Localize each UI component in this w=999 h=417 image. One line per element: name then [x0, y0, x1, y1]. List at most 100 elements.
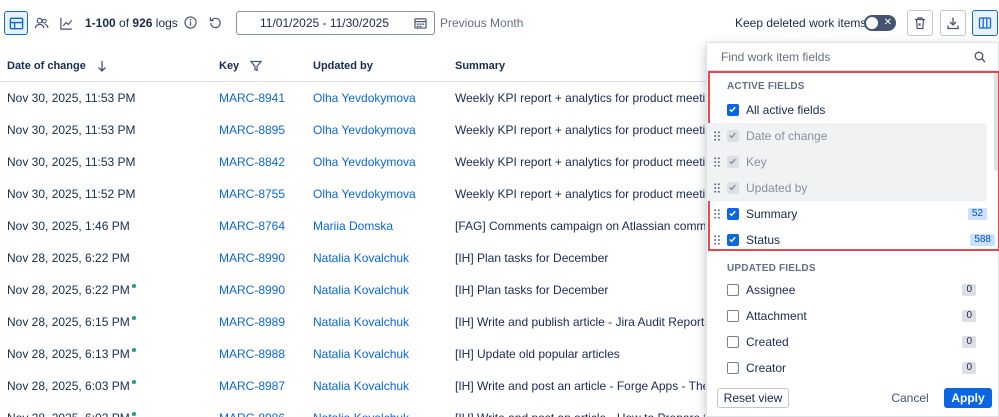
row-key-link[interactable]: MARC-8989: [219, 315, 285, 329]
date-range-input[interactable]: 11/01/2025 - 11/30/2025: [236, 11, 435, 35]
row-date: Nov 28, 2025, 6:22 PM: [7, 283, 136, 297]
row-date: Nov 30, 2025, 1:46 PM: [7, 219, 130, 233]
row-user-link[interactable]: Natalia Kovalchuk: [313, 251, 409, 265]
updated-field-option[interactable]: Creator 0: [707, 355, 998, 381]
apply-button[interactable]: Apply: [944, 388, 992, 408]
table-view-button[interactable]: [4, 11, 28, 35]
row-summary: Weekly KPI report + analytics for produc…: [455, 187, 705, 201]
drag-handle-icon[interactable]: [714, 209, 720, 219]
row-date-text: Nov 28, 2025, 6:22 PM: [7, 251, 130, 265]
row-user-link[interactable]: Olha Yevdokymova: [313, 155, 416, 169]
field-count-badge: 0: [962, 310, 976, 322]
reset-view-button[interactable]: Reset view: [717, 388, 789, 408]
row-user-link[interactable]: Olha Yevdokymova: [313, 187, 416, 201]
columns-button[interactable]: [972, 10, 998, 36]
active-field-option[interactable]: Date of change: [707, 123, 987, 149]
active-field-option[interactable]: Status 588: [707, 227, 998, 253]
row-user-link[interactable]: Mariia Domska: [313, 219, 393, 233]
row-summary: [IH] Write and post an article - How to …: [455, 411, 705, 417]
row-key-link[interactable]: MARC-8987: [219, 379, 285, 393]
updated-field-option[interactable]: Created 0: [707, 329, 998, 355]
all-active-label: All active fields: [746, 103, 826, 117]
field-label: Status: [746, 233, 781, 247]
field-checkbox[interactable]: [727, 130, 739, 142]
columns-icon: [978, 17, 992, 29]
all-active-checkbox[interactable]: [727, 104, 739, 116]
row-key-link[interactable]: MARC-8842: [219, 155, 285, 169]
cancel-button[interactable]: Cancel: [890, 388, 930, 408]
keep-deleted-toggle[interactable]: ✕: [864, 15, 896, 31]
row-key-link[interactable]: MARC-8895: [219, 123, 285, 137]
field-checkbox[interactable]: [727, 310, 739, 322]
row-date-text: Nov 28, 2025, 6:13 PM: [7, 347, 130, 361]
download-button[interactable]: [940, 10, 966, 36]
field-checkbox[interactable]: [727, 208, 739, 220]
column-header-date[interactable]: Date of change: [7, 60, 107, 73]
field-label: Created: [746, 335, 789, 349]
status-dot-icon: [131, 412, 136, 416]
users-view-button[interactable]: [29, 11, 53, 35]
chart-view-button[interactable]: [54, 11, 78, 35]
row-user-link[interactable]: Natalia Kovalchuk: [313, 347, 409, 361]
drag-handle-icon[interactable]: [714, 157, 720, 167]
row-date: Nov 28, 2025, 6:22 PM: [7, 251, 130, 265]
row-user-link[interactable]: Natalia Kovalchuk: [313, 411, 409, 417]
row-date-text: Nov 30, 2025, 11:53 PM: [7, 123, 136, 137]
active-field-option[interactable]: Updated by: [707, 175, 987, 201]
row-user-link[interactable]: Natalia Kovalchuk: [313, 315, 409, 329]
field-search: [707, 43, 998, 71]
field-checkbox[interactable]: [727, 156, 739, 168]
sort-down-icon[interactable]: [97, 60, 107, 73]
all-active-fields-option[interactable]: All active fields: [707, 97, 998, 123]
field-search-input[interactable]: [707, 43, 998, 71]
row-user-link[interactable]: Natalia Kovalchuk: [313, 283, 409, 297]
trash-filter-button[interactable]: [907, 10, 933, 36]
field-count-badge: 0: [962, 284, 976, 296]
updated-field-option[interactable]: Assignee 0: [707, 277, 998, 303]
row-key-link[interactable]: MARC-8990: [219, 251, 285, 265]
table-icon: [9, 17, 23, 29]
field-checkbox[interactable]: [727, 234, 739, 246]
field-label: Key: [746, 155, 767, 169]
row-key-link[interactable]: MARC-8764: [219, 219, 285, 233]
filter-icon[interactable]: [250, 60, 263, 72]
toggle-off-icon: ✕: [883, 17, 892, 28]
row-date: Nov 30, 2025, 11:53 PM: [7, 123, 136, 137]
row-key-link[interactable]: MARC-8986: [219, 411, 285, 417]
field-picker-dropdown: ACTIVE FIELDS All active fields Date of …: [706, 42, 999, 417]
row-date-text: Nov 28, 2025, 6:22 PM: [7, 283, 130, 297]
field-count-badge: 0: [962, 362, 976, 374]
drag-handle-icon[interactable]: [714, 235, 720, 245]
row-date: Nov 28, 2025, 6:02 PM: [7, 411, 136, 417]
row-user-link[interactable]: Olha Yevdokymova: [313, 91, 416, 105]
check-icon: [729, 158, 736, 165]
row-user-link[interactable]: Natalia Kovalchuk: [313, 379, 409, 393]
column-header-key[interactable]: Key: [219, 60, 263, 72]
updated-fields-heading: UPDATED FIELDS: [727, 263, 816, 274]
drag-handle-icon[interactable]: [714, 131, 720, 141]
field-checkbox[interactable]: [727, 284, 739, 296]
row-user-link[interactable]: Olha Yevdokymova: [313, 123, 416, 137]
field-checkbox[interactable]: [727, 336, 739, 348]
updated-field-option[interactable]: Attachment 0: [707, 303, 998, 329]
info-icon[interactable]: [184, 16, 197, 29]
row-key-link[interactable]: MARC-8941: [219, 91, 285, 105]
column-header-updated-by[interactable]: Updated by: [313, 60, 373, 72]
row-summary: [FAG] Comments campaign on Atlassian com…: [455, 219, 705, 233]
status-dot-icon: [131, 348, 136, 352]
row-key-link[interactable]: MARC-8755: [219, 187, 285, 201]
refresh-icon[interactable]: [209, 16, 222, 29]
field-checkbox[interactable]: [727, 182, 739, 194]
row-date: Nov 30, 2025, 11:53 PM: [7, 91, 136, 105]
active-field-option[interactable]: Key: [707, 149, 987, 175]
row-key-link[interactable]: MARC-8990: [219, 283, 285, 297]
calendar-icon[interactable]: [414, 17, 427, 29]
toggle-knob: [866, 17, 878, 29]
drag-handle-icon[interactable]: [714, 183, 720, 193]
column-header-summary[interactable]: Summary: [455, 60, 505, 72]
row-date-text: Nov 28, 2025, 6:03 PM: [7, 379, 130, 393]
row-key-link[interactable]: MARC-8988: [219, 347, 285, 361]
active-field-option[interactable]: Summary 52: [707, 201, 998, 227]
field-checkbox[interactable]: [727, 362, 739, 374]
row-date-text: Nov 28, 2025, 6:02 PM: [7, 411, 130, 417]
